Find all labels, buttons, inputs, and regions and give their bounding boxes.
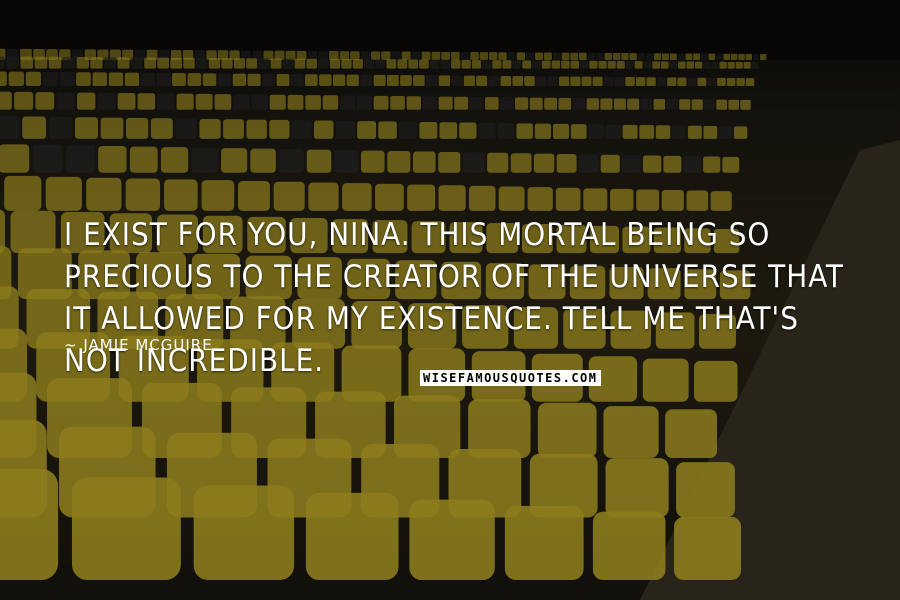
watermark: WISEFAMOUSQUOTES.COM xyxy=(420,370,601,386)
quote-author: ~ Jamie McGuire xyxy=(64,336,213,354)
quote-image: I exist for you, Nina. This mortal being… xyxy=(0,0,900,600)
quote-text: I exist for you, Nina. This mortal being… xyxy=(64,217,844,379)
